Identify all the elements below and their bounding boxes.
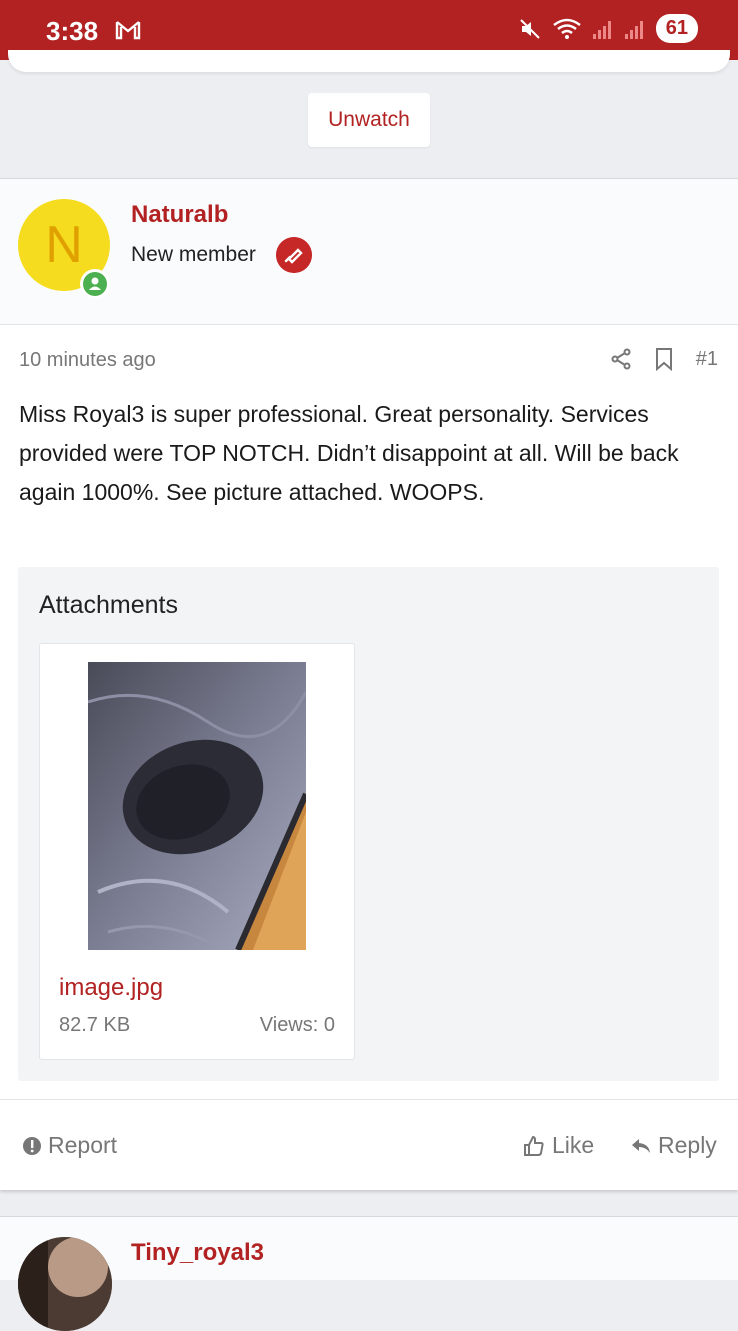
post-card: N Naturalb New member 10 minutes ago #1 … — [0, 178, 738, 1190]
reply-button[interactable]: Reply — [630, 1132, 717, 1159]
status-icons: 61 — [518, 14, 698, 43]
attachment-filename[interactable]: image.jpg — [59, 974, 163, 1002]
share-icon[interactable] — [610, 348, 632, 370]
post-number[interactable]: #1 — [696, 348, 718, 371]
bookmark-icon[interactable] — [654, 347, 674, 371]
avatar-letter: N — [45, 216, 83, 274]
status-time: 3:38 — [46, 16, 99, 46]
attachment-size: 82.7 KB — [59, 1014, 131, 1036]
previous-card-edge — [0, 50, 738, 74]
like-button[interactable]: Like — [522, 1132, 594, 1159]
post-user-header: N Naturalb New member — [0, 179, 738, 325]
signal-icon-2 — [624, 20, 643, 39]
online-status-icon — [80, 269, 110, 299]
reply-icon — [632, 1138, 650, 1153]
attachment-card[interactable]: image.jpg 82.7 KB Views: 0 — [39, 643, 355, 1060]
attachment-thumbnail[interactable] — [88, 662, 306, 950]
attachment-views: Views: 0 — [259, 1014, 335, 1036]
wifi-icon — [552, 18, 581, 39]
post-body: Miss Royal3 is super professional. Great… — [19, 401, 679, 505]
mute-icon — [520, 18, 540, 39]
gmail-icon — [115, 21, 141, 40]
battery-indicator: 61 — [655, 14, 698, 43]
like-label: Like — [552, 1132, 595, 1158]
author-name[interactable]: Naturalb — [131, 201, 228, 229]
avatar[interactable] — [18, 1237, 112, 1331]
signal-icon — [592, 20, 611, 39]
attachments-box: Attachments image.jpg 82.7 KB Views: 0 — [18, 567, 719, 1081]
reply-label: Reply — [658, 1132, 717, 1158]
report-button[interactable]: Report — [22, 1132, 117, 1159]
report-label: Report — [48, 1132, 118, 1158]
next-post-header: Tiny_royal3 — [0, 1216, 738, 1331]
new-member-badge-icon — [276, 237, 312, 273]
next-author-name[interactable]: Tiny_royal3 — [131, 1239, 264, 1267]
attachments-title: Attachments — [39, 591, 178, 619]
report-icon — [23, 1136, 41, 1155]
post-footer: Report Like Reply — [0, 1099, 738, 1191]
thumbs-up-icon — [524, 1135, 544, 1156]
post-actions: #1 — [610, 347, 718, 371]
author-role: New member — [131, 243, 256, 266]
post-time[interactable]: 10 minutes ago — [19, 349, 156, 372]
unwatch-button[interactable]: Unwatch — [308, 93, 430, 147]
